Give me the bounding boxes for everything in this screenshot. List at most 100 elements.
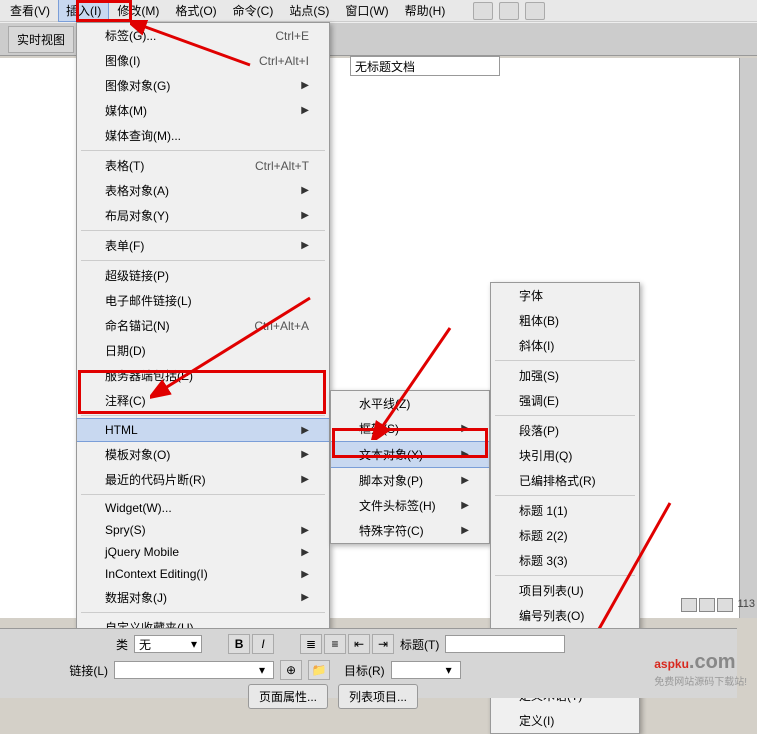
- menu-item[interactable]: 数据对象(J) ▶: [77, 585, 329, 610]
- menu-format[interactable]: 格式(O): [167, 0, 224, 22]
- target-select[interactable]: ▾: [391, 661, 461, 679]
- menu-item-shortcut: Ctrl+E: [275, 29, 309, 43]
- menu-item[interactable]: 框架(S)▶: [331, 416, 489, 441]
- link-input[interactable]: ▾: [114, 661, 274, 679]
- menu-item[interactable]: 服务器端包括(E): [77, 363, 329, 388]
- menu-item[interactable]: 编号列表(O): [491, 603, 639, 628]
- menu-item[interactable]: 标签(G)...Ctrl+E: [77, 23, 329, 48]
- title-field-input[interactable]: [445, 635, 565, 653]
- toolbar-icon-3[interactable]: [525, 2, 545, 20]
- right-sidebar: [739, 58, 757, 618]
- submenu-arrow-icon: ▶: [301, 592, 309, 603]
- target-label: 目标(R): [344, 662, 385, 679]
- submenu-arrow-icon: ▶: [461, 525, 469, 536]
- realtime-view-button[interactable]: 实时视图: [8, 26, 74, 53]
- menu-item[interactable]: 块引用(Q): [491, 443, 639, 468]
- menu-item[interactable]: HTML▶: [77, 418, 329, 442]
- bold-button[interactable]: B: [228, 634, 250, 654]
- status-icon-1[interactable]: [681, 598, 697, 612]
- menu-item-label: 数据对象(J): [105, 589, 167, 606]
- menu-item[interactable]: 段落(P): [491, 418, 639, 443]
- menu-item-label: 表格对象(A): [105, 182, 169, 199]
- menu-item[interactable]: 注释(C): [77, 388, 329, 413]
- menu-item[interactable]: 表格(T)Ctrl+Alt+T: [77, 153, 329, 178]
- menu-item-label: 命名锚记(N): [105, 317, 170, 334]
- menu-item[interactable]: 文件头标签(H)▶: [331, 493, 489, 518]
- menu-separator: [81, 260, 325, 261]
- menu-item[interactable]: 最近的代码片断(R)▶: [77, 467, 329, 492]
- menu-item[interactable]: Spry(S)▶: [77, 519, 329, 541]
- submenu-arrow-icon: ▶: [301, 474, 309, 485]
- menu-item[interactable]: 项目列表(U): [491, 578, 639, 603]
- submenu-arrow-icon: ▶: [461, 475, 469, 486]
- toolbar-icon-2[interactable]: [499, 2, 519, 20]
- submenu-arrow-icon: ▶: [301, 525, 309, 536]
- submenu-arrow-icon: ▶: [301, 80, 309, 91]
- menu-item[interactable]: 粗体(B): [491, 308, 639, 333]
- menu-item[interactable]: 布局对象(Y)▶: [77, 203, 329, 228]
- menu-item-label: 标题 2(2): [519, 527, 568, 544]
- menu-item[interactable]: 标题 3(3): [491, 548, 639, 573]
- menu-item[interactable]: 命名锚记(N)Ctrl+Alt+A: [77, 313, 329, 338]
- menu-item[interactable]: 电子邮件链接(L): [77, 288, 329, 313]
- menu-item[interactable]: 已编排格式(R): [491, 468, 639, 493]
- toolbar-icon-1[interactable]: [473, 2, 493, 20]
- menu-item[interactable]: 斜体(I): [491, 333, 639, 358]
- menu-item-label: 编号列表(O): [519, 607, 584, 624]
- insert-menu-dropdown[interactable]: 标签(G)...Ctrl+E图像(I)Ctrl+Alt+I图像对象(G)▶媒体(…: [76, 22, 330, 666]
- menu-item[interactable]: 表单(F)▶: [77, 233, 329, 258]
- menu-site[interactable]: 站点(S): [281, 0, 337, 22]
- menu-window[interactable]: 窗口(W): [337, 0, 396, 22]
- status-icon-2[interactable]: [699, 598, 715, 612]
- menu-item-label: Widget(W)...: [105, 501, 172, 515]
- menu-view[interactable]: 查看(V): [2, 0, 58, 22]
- menu-item[interactable]: 加强(S): [491, 363, 639, 388]
- menu-item[interactable]: 媒体(M)▶: [77, 98, 329, 123]
- menu-separator: [495, 575, 635, 576]
- italic-button[interactable]: I: [252, 634, 274, 654]
- menu-item[interactable]: 图像对象(G)▶: [77, 73, 329, 98]
- menu-item[interactable]: 强调(E): [491, 388, 639, 413]
- submenu-arrow-icon: ▶: [301, 425, 309, 436]
- menu-item[interactable]: 脚本对象(P)▶: [331, 468, 489, 493]
- submenu-arrow-icon: ▶: [301, 105, 309, 116]
- menu-item[interactable]: 模板对象(O)▶: [77, 442, 329, 467]
- menu-item[interactable]: 水平线(Z): [331, 391, 489, 416]
- menubar: 查看(V) 插入(I) 修改(M) 格式(O) 命令(C) 站点(S) 窗口(W…: [0, 0, 757, 22]
- link-folder-button[interactable]: 📁: [308, 660, 330, 680]
- menu-item[interactable]: 标题 1(1): [491, 498, 639, 523]
- html-submenu-dropdown[interactable]: 水平线(Z) 框架(S)▶文本对象(X)▶脚本对象(P)▶文件头标签(H)▶特殊字…: [330, 390, 490, 544]
- menu-item[interactable]: 文本对象(X)▶: [331, 441, 489, 468]
- menu-item[interactable]: Widget(W)...: [77, 497, 329, 519]
- ol-button[interactable]: ≡: [324, 634, 346, 654]
- list-item-button[interactable]: 列表项目...: [338, 684, 418, 709]
- menu-modify[interactable]: 修改(M): [109, 0, 167, 22]
- indent-button[interactable]: ⇥: [372, 634, 394, 654]
- class-select[interactable]: 无▾: [134, 635, 202, 653]
- link-browse-button[interactable]: ⊕: [280, 660, 302, 680]
- menu-separator: [81, 150, 325, 151]
- menu-item[interactable]: 媒体查询(M)...: [77, 123, 329, 148]
- document-title-input[interactable]: 无标题文档: [350, 56, 500, 76]
- outdent-button[interactable]: ⇤: [348, 634, 370, 654]
- menu-item[interactable]: jQuery Mobile▶: [77, 541, 329, 563]
- menu-item[interactable]: 超级链接(P): [77, 263, 329, 288]
- ul-button[interactable]: ≣: [300, 634, 322, 654]
- menu-item-label: 图像(I): [105, 52, 140, 69]
- page-properties-button[interactable]: 页面属性...: [248, 684, 328, 709]
- menu-item[interactable]: 表格对象(A)▶: [77, 178, 329, 203]
- menu-help[interactable]: 帮助(H): [397, 0, 454, 22]
- menu-command[interactable]: 命令(C): [225, 0, 282, 22]
- menu-item[interactable]: 定义(I): [491, 708, 639, 733]
- status-icon-3[interactable]: [717, 598, 733, 612]
- submenu-arrow-icon: ▶: [301, 210, 309, 221]
- menu-item[interactable]: 字体: [491, 283, 639, 308]
- menu-item[interactable]: 图像(I)Ctrl+Alt+I: [77, 48, 329, 73]
- menu-item[interactable]: 标题 2(2): [491, 523, 639, 548]
- menu-insert[interactable]: 插入(I): [58, 0, 109, 22]
- menu-item[interactable]: 特殊字符(C)▶: [331, 518, 489, 543]
- menu-item-label: 水平线(Z): [359, 395, 410, 412]
- menu-item[interactable]: 日期(D): [77, 338, 329, 363]
- menu-item[interactable]: InContext Editing(I)▶: [77, 563, 329, 585]
- status-icons: 113: [681, 598, 755, 612]
